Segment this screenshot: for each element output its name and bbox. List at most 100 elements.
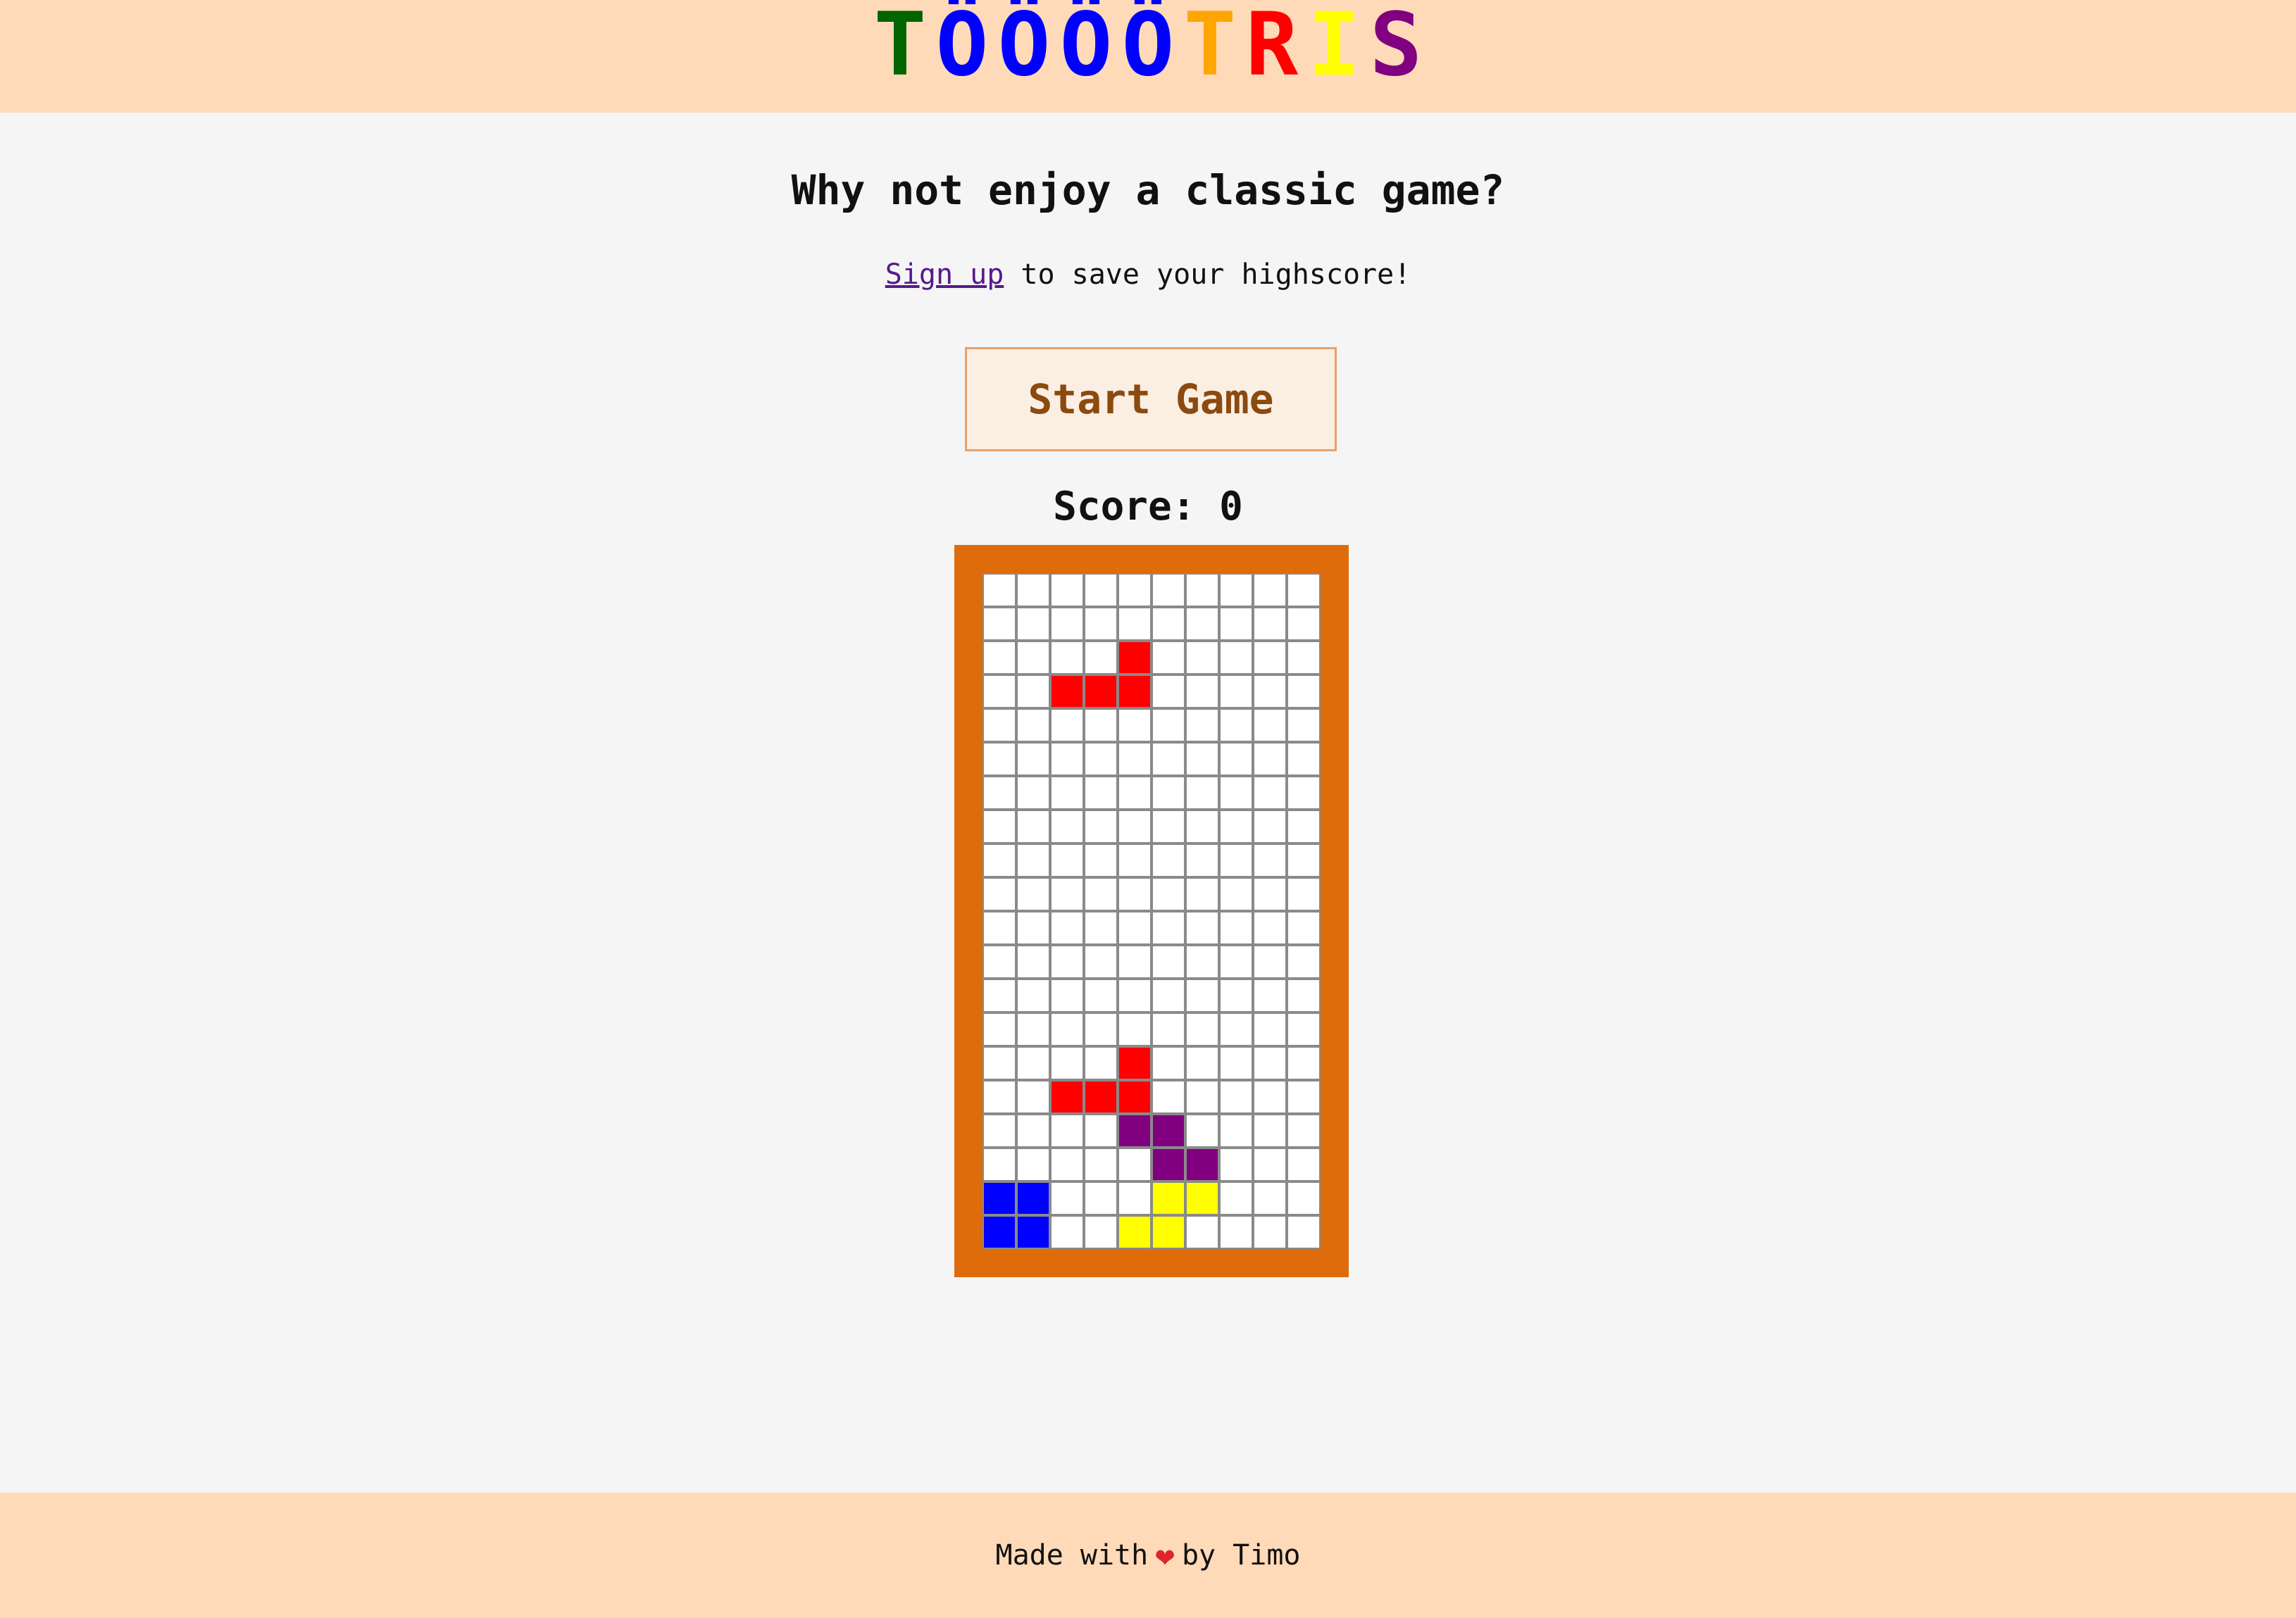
board-cell: [1253, 607, 1287, 641]
board-cell: [1152, 877, 1185, 911]
board-cell-filled: [1118, 1046, 1152, 1080]
board-cell: [982, 1080, 1016, 1114]
board-cell: [1185, 776, 1219, 810]
board-cell: [1185, 708, 1219, 742]
board-cell: [1152, 1080, 1185, 1114]
board-cell: [1050, 573, 1084, 607]
board-cell: [1185, 742, 1219, 776]
board-cell: [1287, 573, 1321, 607]
logo-letter: S: [1369, 0, 1423, 96]
board-cell-filled: [1118, 1080, 1152, 1114]
game-logo[interactable]: TÖÖÖÖTRIS: [869, 1, 1427, 89]
board-cell: [1084, 945, 1118, 979]
board-cell: [1253, 573, 1287, 607]
board-cell: [1219, 641, 1253, 675]
board-cell: [1016, 1046, 1050, 1080]
logo-letter: Ö: [1121, 0, 1175, 96]
signup-link[interactable]: Sign up: [885, 258, 1004, 291]
board-cell: [1253, 1215, 1287, 1249]
board-cell-filled: [1084, 1080, 1118, 1114]
signup-prompt-text: to save your highscore!: [1004, 258, 1411, 291]
board-cell: [1016, 844, 1050, 877]
board-cell: [1118, 945, 1152, 979]
board-cell: [1050, 911, 1084, 945]
board-cell: [982, 742, 1016, 776]
board-cell: [1016, 1080, 1050, 1114]
board-cell: [1016, 607, 1050, 641]
board-cell: [1050, 1181, 1084, 1215]
start-game-button[interactable]: Start Game: [965, 347, 1337, 451]
board-cell: [1084, 1148, 1118, 1181]
board-cell: [1219, 708, 1253, 742]
board-cell: [1287, 979, 1321, 1012]
board-cell: [1219, 573, 1253, 607]
board-cell: [982, 641, 1016, 675]
board-cell: [1253, 708, 1287, 742]
board-cell: [1253, 742, 1287, 776]
board-cell: [982, 810, 1016, 844]
board-cell: [1050, 607, 1084, 641]
board-cell: [1152, 776, 1185, 810]
board-cell-filled: [1118, 1114, 1152, 1148]
board-cell: [1016, 1114, 1050, 1148]
board-cell: [1050, 641, 1084, 675]
board-cell: [1050, 810, 1084, 844]
board-cell: [1084, 1181, 1118, 1215]
board-cell: [1050, 1012, 1084, 1046]
board-cell: [1219, 742, 1253, 776]
board-cell-filled: [1185, 1148, 1219, 1181]
board-cell: [982, 1148, 1016, 1181]
board-cell-filled: [1152, 1215, 1185, 1249]
board-cell: [1016, 708, 1050, 742]
board-cell: [1287, 1215, 1321, 1249]
board-cell: [1016, 945, 1050, 979]
footer-author: by Timo: [1181, 1539, 1301, 1572]
board-cell: [982, 979, 1016, 1012]
board-cell: [1084, 607, 1118, 641]
board-cell: [1253, 945, 1287, 979]
board-cell: [1287, 742, 1321, 776]
board-cell: [1185, 1046, 1219, 1080]
board-cell: [1287, 607, 1321, 641]
board-cell-filled: [1152, 1114, 1185, 1148]
board-cell: [1016, 573, 1050, 607]
board-cell: [1253, 1181, 1287, 1215]
board-cell: [1253, 911, 1287, 945]
board-cell: [1118, 1181, 1152, 1215]
board-cell: [1185, 979, 1219, 1012]
board-cell: [1287, 945, 1321, 979]
board-cell: [982, 844, 1016, 877]
board-cell: [1016, 877, 1050, 911]
signup-prompt: Sign up to save your highscore!: [0, 253, 2296, 296]
board-cell: [1287, 911, 1321, 945]
board-cell: [1287, 1046, 1321, 1080]
board-cell: [1287, 1181, 1321, 1215]
board-cell: [1253, 810, 1287, 844]
board-cell: [1253, 1012, 1287, 1046]
board-cell: [1084, 844, 1118, 877]
board-cell: [1118, 607, 1152, 641]
board-cell: [982, 1046, 1016, 1080]
board-cell: [1287, 776, 1321, 810]
main-content: Why not enjoy a classic game? Sign up to…: [0, 113, 2296, 1493]
board-cell: [1016, 776, 1050, 810]
board-cell: [1016, 911, 1050, 945]
board-cell: [1253, 641, 1287, 675]
board-cell: [1219, 844, 1253, 877]
game-board[interactable]: [982, 573, 1321, 1249]
board-cell: [1287, 1080, 1321, 1114]
board-cell: [1118, 776, 1152, 810]
board-cell: [1050, 1114, 1084, 1148]
board-cell: [982, 675, 1016, 708]
footer-credit: Made with ❤ by Timo: [995, 1536, 1300, 1574]
board-cell: [1253, 1148, 1287, 1181]
board-cell: [982, 877, 1016, 911]
board-cell: [1050, 877, 1084, 911]
board-cell: [1118, 1012, 1152, 1046]
board-cell-filled: [1016, 1215, 1050, 1249]
board-cell-filled: [1084, 675, 1118, 708]
board-cell: [1084, 1012, 1118, 1046]
board-cell: [1185, 607, 1219, 641]
board-cell: [1287, 675, 1321, 708]
board-cell: [1050, 708, 1084, 742]
